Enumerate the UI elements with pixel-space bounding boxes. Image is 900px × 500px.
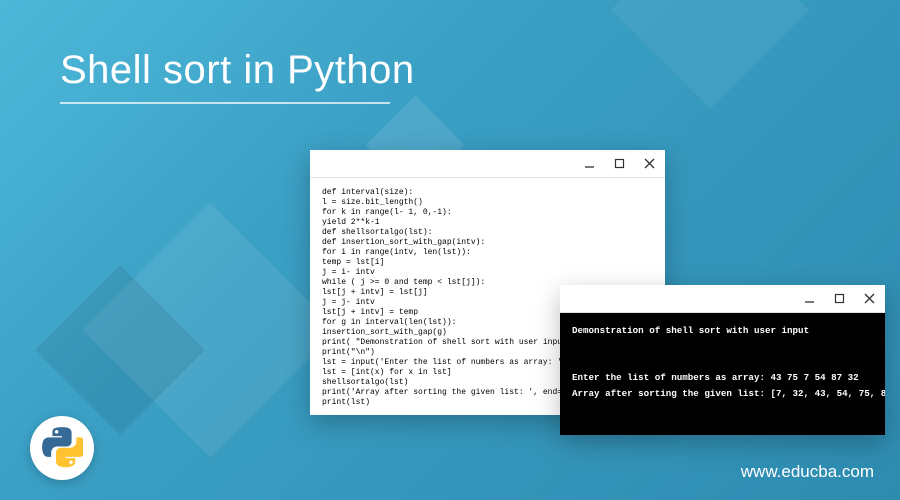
close-icon[interactable] [643,158,655,170]
website-url: www.educba.com [741,462,874,482]
python-logo [30,416,94,480]
minimize-icon[interactable] [803,293,815,305]
window-titlebar [560,285,885,313]
title-underline [60,102,390,104]
minimize-icon[interactable] [583,158,595,170]
bg-shape [611,0,809,109]
maximize-icon[interactable] [833,293,845,305]
terminal-output: Demonstration of shell sort with user in… [560,313,885,435]
terminal-window: Demonstration of shell sort with user in… [560,285,885,435]
close-icon[interactable] [863,293,875,305]
page-title: Shell sort in Python [60,48,415,93]
python-icon [41,427,83,469]
maximize-icon[interactable] [613,158,625,170]
window-titlebar [310,150,665,178]
